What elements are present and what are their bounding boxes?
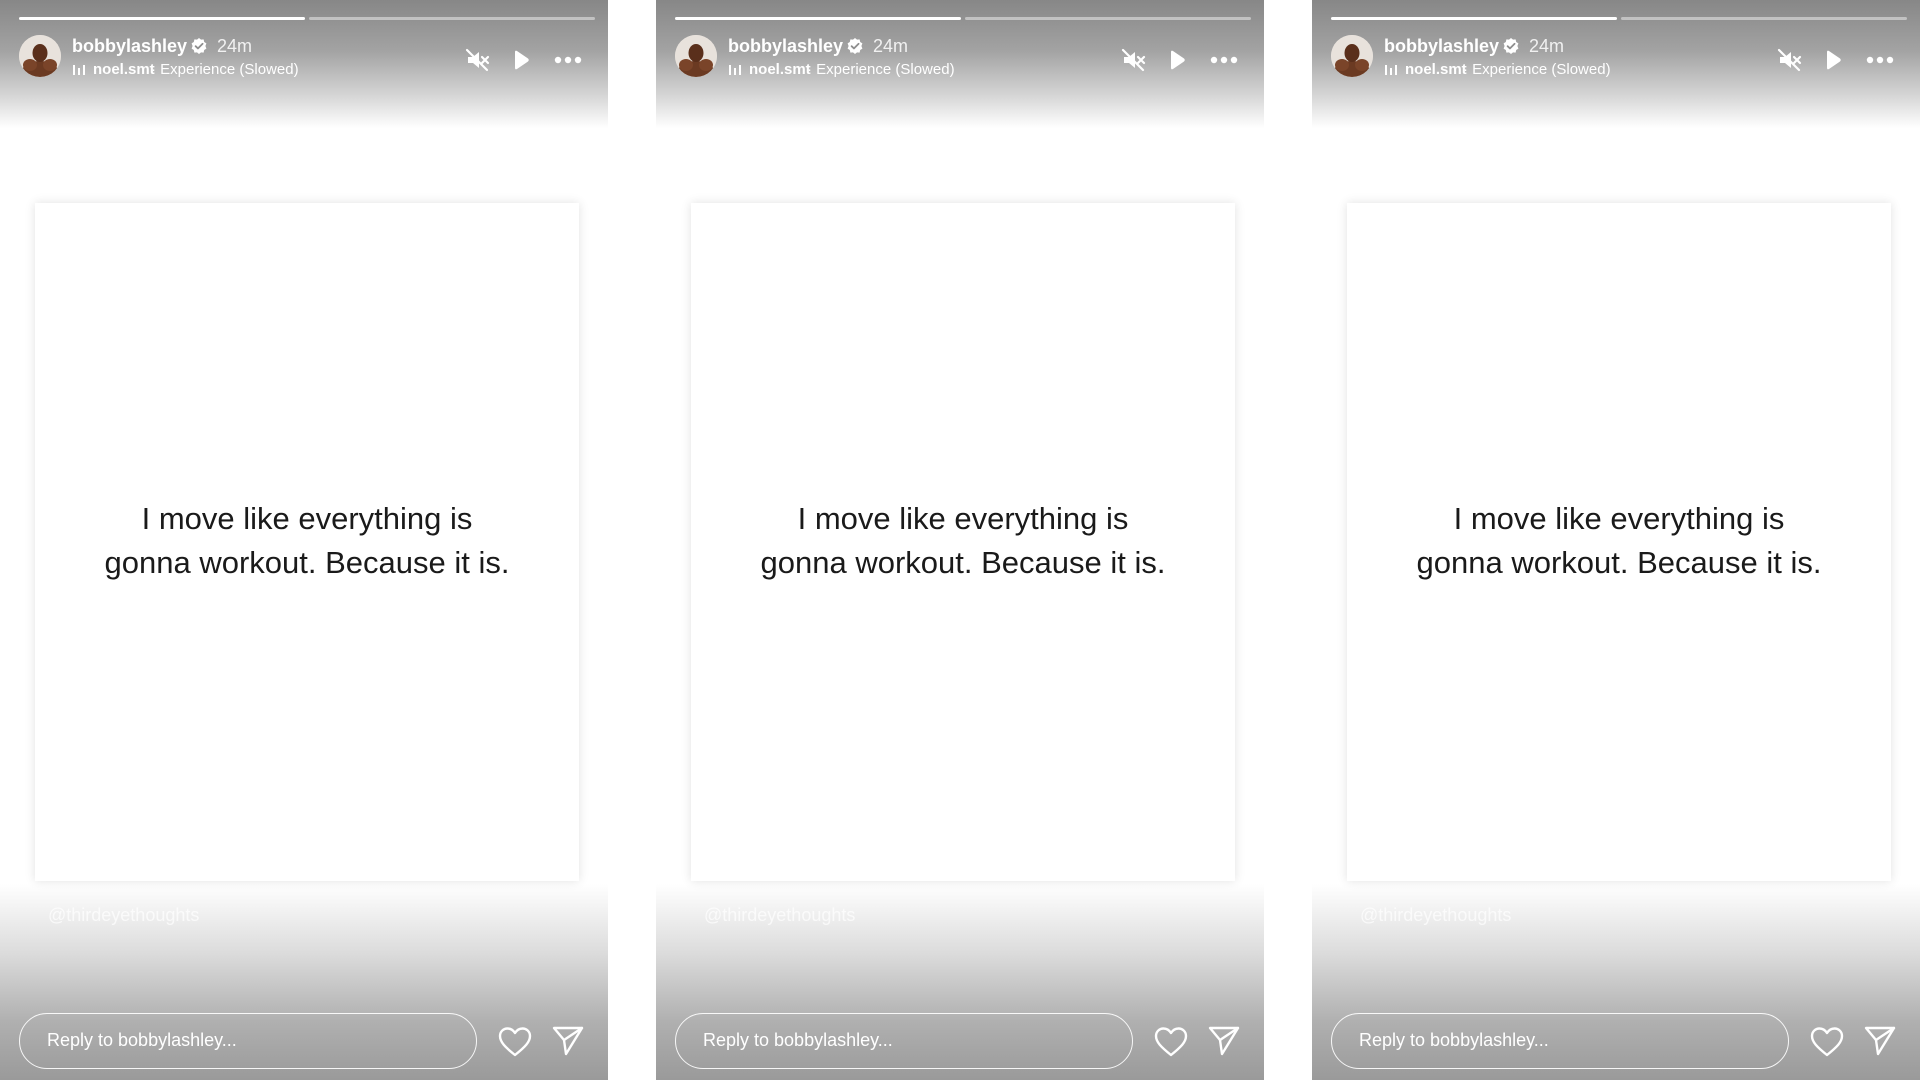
progress-segment bbox=[675, 17, 961, 20]
music-artist-link[interactable]: noel.smt bbox=[749, 61, 811, 79]
share-button[interactable] bbox=[551, 1024, 585, 1058]
send-paper-plane-icon bbox=[552, 1026, 584, 1056]
progress-segment-fill bbox=[19, 17, 305, 20]
verified-badge-icon bbox=[190, 37, 208, 55]
play-icon bbox=[515, 50, 529, 70]
story-username[interactable]: bobbylashley bbox=[1384, 35, 1499, 57]
more-options-button[interactable] bbox=[1865, 45, 1895, 75]
quote-line: gonna workout. Because it is. bbox=[760, 545, 1166, 580]
more-options-button[interactable] bbox=[553, 45, 583, 75]
quote-line: I move like everything is bbox=[1453, 501, 1785, 536]
quote-line: gonna workout. Because it is. bbox=[1416, 545, 1822, 580]
like-button[interactable] bbox=[1809, 1025, 1845, 1059]
progress-segment-fill bbox=[675, 17, 961, 20]
avatar[interactable] bbox=[1331, 35, 1373, 77]
story-panel[interactable]: bobbylashley 24m noel.smt · Experience (… bbox=[0, 0, 608, 1080]
music-bars-icon bbox=[1384, 63, 1398, 75]
like-button[interactable] bbox=[497, 1025, 533, 1059]
music-artist-link[interactable]: noel.smt bbox=[93, 61, 155, 79]
story-panel[interactable]: bobbylashley 24m noel.smt · Experience (… bbox=[656, 0, 1264, 1080]
progress-segment bbox=[309, 17, 595, 20]
mute-button[interactable] bbox=[463, 45, 493, 75]
heart-icon bbox=[1810, 1027, 1844, 1057]
reply-input[interactable]: Reply to bobbylashley... bbox=[675, 1013, 1133, 1069]
play-button[interactable] bbox=[1818, 45, 1848, 75]
story-progress-bar bbox=[1331, 17, 1907, 20]
quote-line: I move like everything is bbox=[141, 501, 473, 536]
play-button[interactable] bbox=[1162, 45, 1192, 75]
music-song-title[interactable]: · Experience (Slowed) bbox=[151, 61, 299, 79]
quote-text: I move like everything is gonna workout.… bbox=[691, 497, 1235, 585]
mute-button[interactable] bbox=[1119, 45, 1149, 75]
music-bars-icon bbox=[728, 63, 742, 75]
quote-text: I move like everything is gonna workout.… bbox=[35, 497, 579, 585]
story-timestamp: 24m bbox=[873, 36, 909, 56]
share-button[interactable] bbox=[1863, 1024, 1897, 1058]
story-header: bobbylashley 24m noel.smt · Experience (… bbox=[19, 35, 595, 81]
play-icon bbox=[1827, 50, 1841, 70]
music-song-title[interactable]: · Experience (Slowed) bbox=[807, 61, 955, 79]
speaker-muted-icon bbox=[1121, 48, 1146, 72]
reply-input[interactable]: Reply to bobbylashley... bbox=[1331, 1013, 1789, 1069]
reply-input[interactable]: Reply to bobbylashley... bbox=[19, 1013, 477, 1069]
verified-badge-icon bbox=[1502, 37, 1520, 55]
music-bars-icon bbox=[72, 63, 86, 75]
music-artist-link[interactable]: noel.smt bbox=[1405, 61, 1467, 79]
story-viewer-triptych: bobbylashley 24m noel.smt · Experience (… bbox=[0, 0, 1920, 1080]
play-button[interactable] bbox=[506, 45, 536, 75]
story-progress-bar bbox=[675, 17, 1251, 20]
story-timestamp: 24m bbox=[1529, 36, 1565, 56]
quote-card: I move like everything is gonna workout.… bbox=[1347, 203, 1891, 881]
story-header: bobbylashley 24m noel.smt · Experience (… bbox=[1331, 35, 1907, 81]
progress-segment-fill bbox=[1331, 17, 1617, 20]
quote-line: gonna workout. Because it is. bbox=[104, 545, 510, 580]
quote-card: I move like everything is gonna workout.… bbox=[691, 203, 1235, 881]
speaker-muted-icon bbox=[1777, 48, 1802, 72]
send-paper-plane-icon bbox=[1208, 1026, 1240, 1056]
more-options-button[interactable] bbox=[1209, 45, 1239, 75]
story-timestamp: 24m bbox=[217, 36, 253, 56]
quote-text: I move like everything is gonna workout.… bbox=[1347, 497, 1891, 585]
more-dots-icon bbox=[1210, 56, 1238, 64]
play-icon bbox=[1171, 50, 1185, 70]
story-header: bobbylashley 24m noel.smt · Experience (… bbox=[675, 35, 1251, 81]
watermark-handle: @thirdeyethoughts bbox=[48, 905, 200, 925]
avatar[interactable] bbox=[19, 35, 61, 77]
verified-badge-icon bbox=[846, 37, 864, 55]
story-username[interactable]: bobbylashley bbox=[72, 35, 187, 57]
story-progress-bar bbox=[19, 17, 595, 20]
speaker-muted-icon bbox=[465, 48, 490, 72]
music-song-title[interactable]: · Experience (Slowed) bbox=[1463, 61, 1611, 79]
send-paper-plane-icon bbox=[1864, 1026, 1896, 1056]
watermark-handle: @thirdeyethoughts bbox=[704, 905, 856, 925]
story-username[interactable]: bobbylashley bbox=[728, 35, 843, 57]
like-button[interactable] bbox=[1153, 1025, 1189, 1059]
heart-icon bbox=[498, 1027, 532, 1057]
watermark-handle: @thirdeyethoughts bbox=[1360, 905, 1512, 925]
progress-segment bbox=[965, 17, 1251, 20]
more-dots-icon bbox=[554, 56, 582, 64]
progress-segment bbox=[1331, 17, 1617, 20]
story-panel[interactable]: bobbylashley 24m noel.smt · Experience (… bbox=[1312, 0, 1920, 1080]
more-dots-icon bbox=[1866, 56, 1894, 64]
mute-button[interactable] bbox=[1775, 45, 1805, 75]
quote-card: I move like everything is gonna workout.… bbox=[35, 203, 579, 881]
share-button[interactable] bbox=[1207, 1024, 1241, 1058]
progress-segment bbox=[1621, 17, 1907, 20]
heart-icon bbox=[1154, 1027, 1188, 1057]
avatar[interactable] bbox=[675, 35, 717, 77]
quote-line: I move like everything is bbox=[797, 501, 1129, 536]
progress-segment bbox=[19, 17, 305, 20]
